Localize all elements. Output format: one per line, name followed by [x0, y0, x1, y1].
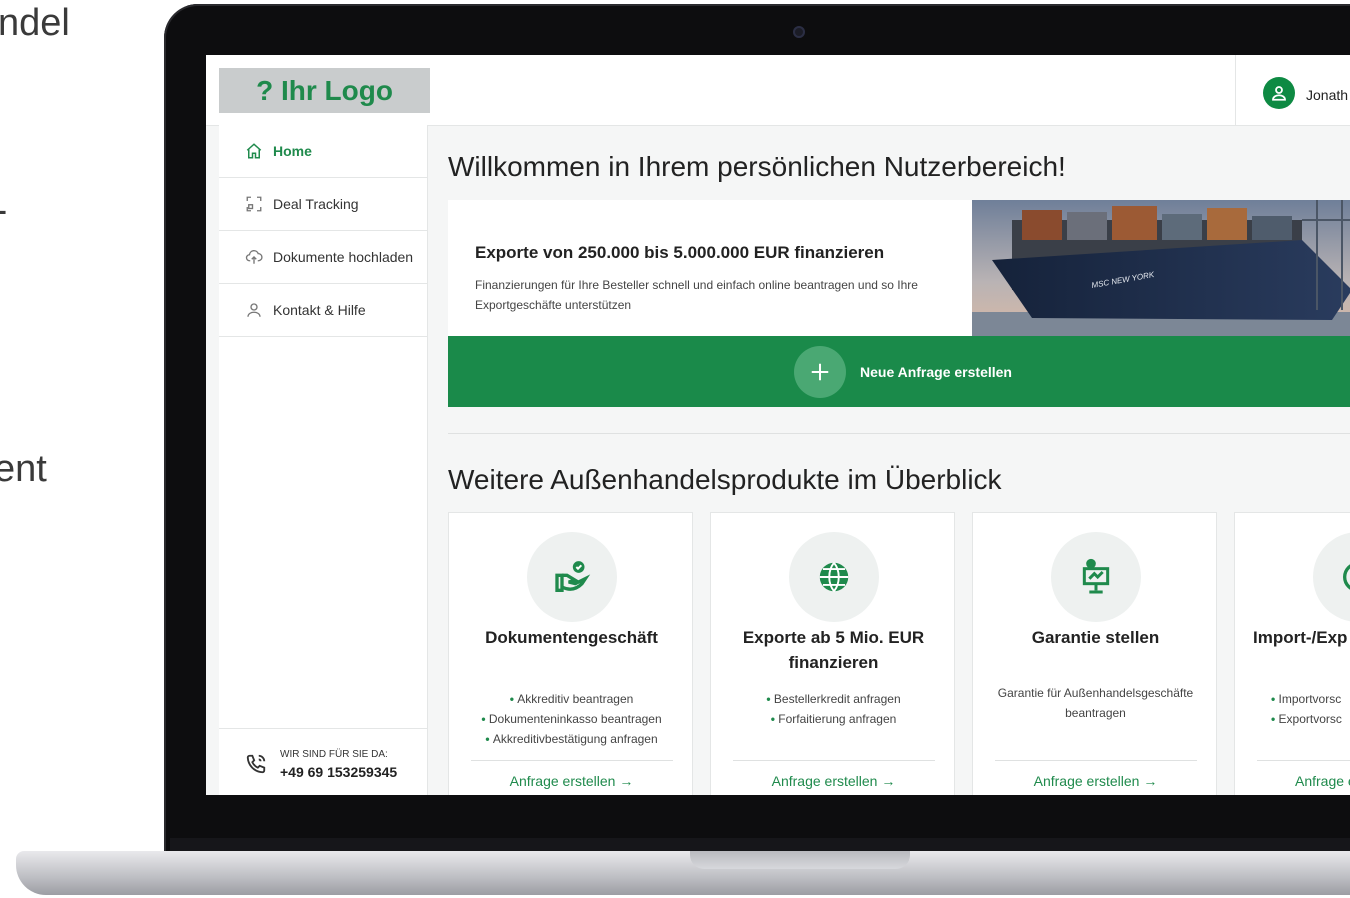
user-menu[interactable]: Jonath: [1235, 55, 1350, 125]
card-divider: [733, 760, 935, 761]
sidebar-item-label: Deal Tracking: [273, 196, 359, 212]
card-divider: [471, 760, 673, 761]
card-divider: [995, 760, 1197, 761]
contact-phone[interactable]: +49 69 153259345: [280, 764, 397, 780]
top-bar: ? Ihr Logo Jonath: [206, 55, 1350, 126]
products-section-title: Weitere Außenhandelsprodukte im Überblic…: [448, 464, 1002, 495]
sidebar-item-home[interactable]: Home: [219, 125, 427, 178]
list-item[interactable]: • Akkreditiv beantragen: [449, 689, 694, 709]
sidebar-item-label: Home: [273, 143, 312, 159]
product-list: • Bestellerkredit anfragen • Forfaitieru…: [711, 689, 956, 729]
sidebar-item-label: Kontakt & Hilfe: [273, 302, 366, 318]
background-text-3: ent: [0, 448, 47, 490]
hand-check-icon: [527, 532, 617, 622]
list-item[interactable]: • Akkreditivbestätigung anfragen: [449, 729, 694, 749]
sidebar-item-kontakt-hilfe[interactable]: Kontakt & Hilfe: [219, 284, 427, 337]
product-card-garantie: Garantie stellen Garantie für Außenhande…: [972, 512, 1217, 795]
product-card-import-export: Import-/Exp • Importvorsc • Exportvorsc …: [1234, 512, 1350, 795]
laptop-notch: [690, 851, 910, 869]
new-request-button[interactable]: Neue Anfrage erstellen: [448, 336, 1350, 407]
cloud-upload-icon: [245, 250, 263, 264]
presentation-icon: [1051, 532, 1141, 622]
new-request-label: Neue Anfrage erstellen: [860, 363, 1012, 380]
laptop-camera: [793, 26, 805, 38]
hero-ship-image: MSC NEW YORK: [972, 200, 1350, 336]
product-title: Garantie stellen: [1031, 628, 1160, 647]
card-divider: [1257, 760, 1350, 761]
globe-icon: [789, 532, 879, 622]
list-item[interactable]: • Dokumenteninkasso beantragen: [449, 709, 694, 729]
user-name: Jonath: [1306, 87, 1349, 103]
product-title: Exporte ab 5 Mio. EUR finanzieren: [742, 628, 925, 672]
page-title: Willkommen in Ihrem persönlichen Nutzerb…: [448, 151, 1066, 182]
hero-title: Exporte von 250.000 bis 5.000.000 EUR fi…: [475, 243, 885, 262]
product-description: Garantie für Außenhandelsgeschäfte beant…: [997, 686, 1194, 720]
product-title: Dokumentengeschäft: [485, 628, 658, 647]
sidebar-item-label: Dokumente hochladen: [273, 249, 414, 265]
avatar[interactable]: [1263, 77, 1295, 109]
user-icon: [1272, 86, 1286, 101]
app-screen: ? Ihr Logo Jonath Home Deal Tracking Dok…: [206, 55, 1350, 795]
home-icon: [246, 143, 262, 159]
request-link[interactable]: Anfrage e: [1295, 773, 1350, 789]
phone-icon: [246, 754, 266, 774]
scan-frame-icon: [246, 196, 262, 212]
list-item[interactable]: • Forfaitierung anfragen: [711, 709, 956, 729]
circle-icon: [1313, 532, 1350, 622]
background-text-1: ndel: [0, 2, 70, 44]
list-item[interactable]: • Importvorsc: [1271, 689, 1350, 709]
background-text-2: -: [0, 188, 7, 233]
product-list: • Importvorsc • Exportvorsc: [1271, 689, 1350, 729]
product-title: Import-/Exp: [1253, 628, 1348, 647]
product-list: • Akkreditiv beantragen • Dokumenteninka…: [449, 689, 694, 749]
request-link[interactable]: Anfrage erstellen →: [711, 773, 956, 789]
contact-box[interactable]: WIR SIND FÜR SIE DA: +49 69 153259345: [219, 728, 427, 795]
sidebar-item-deal-tracking[interactable]: Deal Tracking: [219, 178, 427, 231]
sidebar-item-dokumente-hochladen[interactable]: Dokumente hochladen: [219, 231, 427, 284]
request-link[interactable]: Anfrage erstellen →: [973, 773, 1218, 789]
list-item[interactable]: • Exportvorsc: [1271, 709, 1350, 729]
product-card-exporte: Exporte ab 5 Mio. EUR finanzieren • Best…: [710, 512, 955, 795]
section-divider: [448, 433, 1350, 434]
product-card-dokumentengeschaeft: Dokumentengeschäft • Akkreditiv beantrag…: [448, 512, 693, 795]
user-icon: [247, 303, 261, 317]
hero-card: Exporte von 250.000 bis 5.000.000 EUR fi…: [448, 200, 1350, 336]
sidebar: Home Deal Tracking Dokumente hochladen K…: [219, 125, 428, 795]
list-item[interactable]: • Bestellerkredit anfragen: [711, 689, 956, 709]
plus-icon: [794, 345, 846, 398]
laptop-base: [16, 851, 1350, 895]
request-link[interactable]: Anfrage erstellen →: [449, 773, 694, 789]
hero-description: Finanzierungen für Ihre Besteller schnel…: [475, 278, 918, 312]
logo[interactable]: ? Ihr Logo: [219, 68, 430, 113]
contact-caption: WIR SIND FÜR SIE DA:: [280, 749, 388, 760]
